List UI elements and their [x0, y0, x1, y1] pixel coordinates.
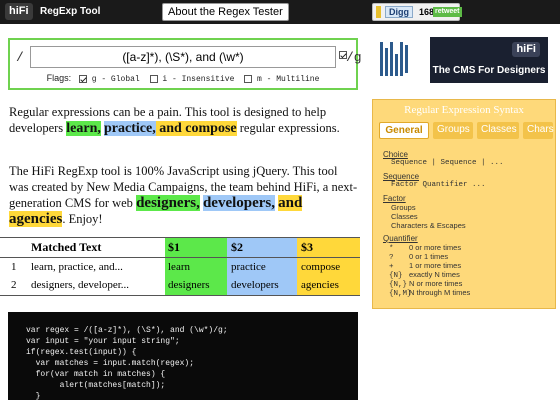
- regex-panel: / ([a-z]*), (\S*), and (\w*) /g Flags: g…: [8, 38, 362, 90]
- code-line: var regex = /([a-z]*), (\S*), and (\w*)/…: [26, 326, 228, 335]
- hifi-cms-ad[interactable]: hiFi The CMS For Designers: [430, 37, 548, 83]
- choice-line: Sequence | Sequence | ...: [391, 159, 504, 167]
- header-group-3: $3: [301, 240, 313, 254]
- intro-paragraph: Regular expressions can be a pain. This …: [9, 105, 340, 136]
- regex-open-slash: /: [16, 50, 24, 65]
- hifi-logo[interactable]: hiFi: [5, 3, 33, 20]
- match-highlight-2: practice,: [104, 121, 156, 136]
- header-group-2: $2: [231, 240, 243, 254]
- flag-insensitive-label: i - Insensitive: [162, 75, 235, 84]
- about-button[interactable]: About the Regex Tester: [162, 3, 289, 21]
- syntax-panel: Regular Expression Syntax General Groups…: [372, 99, 556, 309]
- code-line: alert(matches[match]);: [26, 381, 166, 390]
- ad-logo: hiFi: [512, 42, 540, 57]
- new-media-campaigns-logo[interactable]: [380, 42, 408, 76]
- regex-close-slash: /g: [346, 50, 362, 65]
- digg-widget[interactable]: Digg 168 retweet: [372, 3, 462, 21]
- flag-multiline-checkbox[interactable]: [244, 74, 253, 83]
- factor-item: Classes: [391, 212, 418, 221]
- digg-button[interactable]: Digg: [385, 6, 413, 18]
- match-highlight-1: learn,: [66, 121, 101, 136]
- quantifier-item: ? 0 or 1 times: [389, 252, 449, 262]
- top-bar: hiFi RegExp Tool About the Regex Tester …: [0, 0, 560, 24]
- header-group-1: $1: [168, 240, 180, 254]
- syntax-content: Choice Sequence | Sequence | ... Sequenc…: [383, 150, 553, 298]
- code-sample: var regex = /([a-z]*), (\S*), and (\w*)/…: [8, 312, 358, 400]
- tab-general[interactable]: General: [379, 122, 429, 139]
- flag-global-checkbox[interactable]: [78, 74, 87, 83]
- sequence-heading: Sequence: [383, 172, 420, 181]
- code-line: var matches = input.match(regex);: [26, 359, 195, 368]
- digg-icon: [376, 6, 381, 18]
- flag-insensitive-checkbox[interactable]: [149, 74, 158, 83]
- syntax-title: Regular Expression Syntax: [404, 104, 524, 116]
- tab-classes[interactable]: Classes: [477, 122, 519, 139]
- code-line: for(var match in matches) {: [26, 370, 166, 379]
- match-highlight-3: and compose: [155, 121, 237, 136]
- flag-global-label: g - Global: [91, 75, 140, 84]
- about-paragraph: The HiFi RegExp tool is 100% JavaScript …: [9, 164, 358, 227]
- quantifier-heading: Quantifier: [383, 234, 418, 243]
- quantifier-item: * 0 or more times: [389, 243, 462, 253]
- tab-groups[interactable]: Groups: [433, 122, 473, 139]
- retweet-badge[interactable]: retweet: [433, 7, 462, 17]
- regex-input[interactable]: ([a-z]*), (\S*), and (\w*): [30, 46, 336, 68]
- factor-item: Characters & Escapes: [391, 221, 466, 230]
- code-line: if(regex.test(input)) {: [26, 348, 137, 357]
- quantifier-item: {N} exactly N times: [389, 270, 460, 280]
- ad-text: The CMS For Designers: [432, 65, 546, 76]
- flags-row: Flags: g - Global i - Insensitive m - Mu…: [10, 73, 356, 84]
- factor-item: Groups: [391, 203, 416, 212]
- sequence-line: Factor Quantifier ...: [391, 181, 486, 189]
- quantifier-item: {N,} N or more times: [389, 279, 463, 289]
- code-line: }: [26, 392, 41, 400]
- app-title: RegExp Tool: [40, 6, 101, 17]
- code-line: var input = "your input string";: [26, 337, 180, 346]
- flag-multiline-label: m - Multiline: [257, 75, 320, 84]
- factor-heading: Factor: [383, 194, 406, 203]
- tab-chars[interactable]: Chars: [523, 122, 554, 139]
- choice-heading: Choice: [383, 150, 408, 159]
- quantifier-item: +1 or more times: [389, 261, 462, 271]
- match-highlight-2: developers,: [202, 195, 276, 211]
- digg-count: 168: [419, 7, 435, 17]
- match-highlight-1: designers,: [136, 195, 200, 211]
- flags-label: Flags:: [46, 73, 72, 83]
- header-matched-text: Matched Text: [31, 240, 102, 254]
- quantifier-item: {N,M}N through M times: [389, 288, 471, 298]
